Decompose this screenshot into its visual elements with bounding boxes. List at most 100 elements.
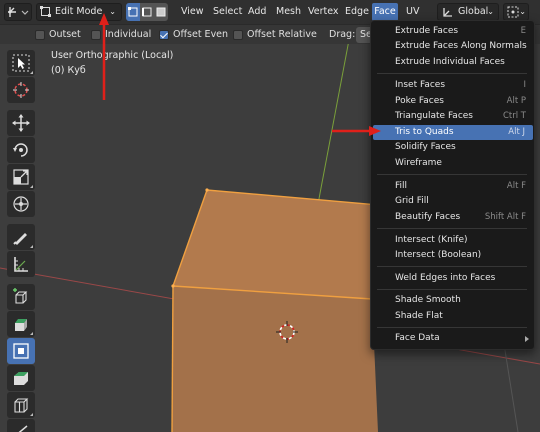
axes-gizmo-icon bbox=[8, 7, 29, 17]
menu-item-label: Inset Faces bbox=[395, 80, 446, 90]
menu-item-tris-to-quads[interactable]: Tris to Quads Alt J bbox=[373, 125, 533, 140]
menu-item-face-data[interactable]: Face Data bbox=[371, 331, 534, 346]
menu-item-shortcut: Ctrl T bbox=[502, 111, 526, 121]
tool-cursor[interactable] bbox=[7, 77, 35, 103]
chevron-down-icon: ⌄ bbox=[109, 7, 116, 16]
menu-item-label: Extrude Faces bbox=[395, 26, 459, 36]
tool-rotate[interactable] bbox=[7, 137, 35, 163]
face-select-button[interactable] bbox=[154, 3, 168, 21]
menu-item-intersect-boolean[interactable]: Intersect (Boolean) bbox=[371, 248, 534, 263]
menu-item-label: Intersect (Knife) bbox=[395, 235, 468, 245]
menu-item-wireframe[interactable]: Wireframe bbox=[371, 156, 534, 171]
vertex[interactable] bbox=[171, 284, 175, 288]
menu-item-label: Extrude Faces Along Normals bbox=[395, 41, 527, 51]
face-dropdown-menu: Extrude Faces E Extrude Faces Along Norm… bbox=[370, 20, 535, 350]
menu-item-extrude-faces[interactable]: Extrude Faces E bbox=[371, 24, 534, 39]
tool-bevel[interactable] bbox=[7, 365, 35, 391]
menu-item-triangulate-faces[interactable]: Triangulate Faces Ctrl T bbox=[371, 109, 534, 124]
menu-face[interactable]: Face bbox=[372, 3, 398, 21]
menu-item-weld-edges-into-faces[interactable]: Weld Edges into Faces bbox=[371, 271, 534, 286]
tool-select-box[interactable] bbox=[7, 50, 35, 76]
tool-knife[interactable] bbox=[7, 419, 35, 432]
pivot-point-icon bbox=[507, 6, 519, 18]
tool-variants-corner bbox=[30, 332, 33, 335]
vertex-select-button[interactable] bbox=[126, 3, 140, 21]
tool-loop-cut[interactable] bbox=[7, 392, 35, 418]
tool-scale[interactable] bbox=[7, 164, 35, 190]
menu-separator bbox=[377, 289, 527, 290]
menu-view[interactable]: View bbox=[178, 3, 207, 21]
menu-item-shade-smooth[interactable]: Shade Smooth bbox=[371, 293, 534, 308]
cursor-tool-icon bbox=[13, 82, 29, 98]
vertex[interactable] bbox=[205, 188, 209, 192]
offset-relative-label: Offset Relative bbox=[247, 29, 317, 40]
menu-item-grid-fill[interactable]: Grid Fill bbox=[371, 194, 534, 209]
bevel-icon bbox=[14, 372, 28, 385]
tool-move[interactable] bbox=[7, 110, 35, 136]
loop-cut-icon bbox=[14, 395, 29, 415]
menu-item-label: Weld Edges into Faces bbox=[395, 273, 496, 283]
menu-item-beautify-faces[interactable]: Beautify Faces Shift Alt F bbox=[371, 210, 534, 225]
object-name: (0) Куб bbox=[51, 65, 86, 76]
menu-select[interactable]: Select bbox=[210, 3, 245, 21]
edge-select-button[interactable] bbox=[140, 3, 154, 21]
menu-item-shortcut: Alt P bbox=[506, 96, 526, 106]
chevron-down-icon: ⌄ bbox=[487, 7, 494, 16]
menu-item-label: Poke Faces bbox=[395, 96, 444, 106]
vertex-select-icon bbox=[128, 7, 138, 17]
menu-uv[interactable]: UV bbox=[403, 3, 422, 21]
menu-separator bbox=[377, 266, 527, 267]
blender-window: Edit Mode ⌄ View Select Add Mesh Vertex … bbox=[0, 0, 540, 432]
pivot-point-select[interactable]: ⌄ bbox=[503, 3, 529, 21]
menu-item-label: Face Data bbox=[395, 333, 440, 343]
menu-separator bbox=[377, 228, 527, 229]
menu-item-shortcut: I bbox=[523, 80, 526, 90]
cube-top-face[interactable] bbox=[173, 190, 390, 299]
menu-item-shortcut: Alt J bbox=[508, 127, 525, 137]
cube-edge-left bbox=[171, 285, 174, 432]
global-orientation-icon bbox=[443, 8, 452, 17]
menu-item-poke-faces[interactable]: Poke Faces Alt P bbox=[371, 94, 534, 109]
menu-edge[interactable]: Edge bbox=[342, 3, 372, 21]
grid-line bbox=[503, 343, 519, 432]
tool-annotate[interactable] bbox=[7, 224, 35, 250]
menu-mesh[interactable]: Mesh bbox=[273, 3, 304, 21]
transform-icon bbox=[13, 196, 29, 212]
tool-inset-faces[interactable] bbox=[7, 338, 35, 364]
tool-variants-corner bbox=[30, 71, 33, 74]
menu-vertex[interactable]: Vertex bbox=[305, 3, 342, 21]
menu-item-shortcut: E bbox=[520, 26, 526, 36]
individual-checkbox[interactable] bbox=[91, 30, 101, 40]
menu-item-extrude-faces-along-normals[interactable]: Extrude Faces Along Normals bbox=[371, 39, 534, 54]
menu-item-solidify-faces[interactable]: Solidify Faces bbox=[371, 140, 534, 155]
menu-add[interactable]: Add bbox=[245, 3, 269, 21]
menu-item-intersect-knife[interactable]: Intersect (Knife) bbox=[371, 233, 534, 248]
menu-item-label: Wireframe bbox=[395, 158, 442, 168]
menu-item-inset-faces[interactable]: Inset Faces I bbox=[371, 78, 534, 93]
menu-item-label: Grid Fill bbox=[395, 196, 429, 206]
menu-separator bbox=[377, 73, 527, 74]
menu-item-shade-flat[interactable]: Shade Flat bbox=[371, 309, 534, 324]
tool-add-cube[interactable] bbox=[7, 284, 35, 310]
cube-front-face[interactable] bbox=[172, 286, 378, 432]
tool-measure[interactable] bbox=[7, 251, 35, 277]
mode-select[interactable]: Edit Mode ⌄ bbox=[36, 3, 122, 21]
tool-variants-corner bbox=[30, 413, 33, 416]
menu-item-label: Intersect (Boolean) bbox=[395, 250, 482, 260]
editor-type-button[interactable] bbox=[4, 3, 32, 21]
offset-relative-checkbox[interactable] bbox=[233, 30, 243, 40]
transform-orientation-select[interactable]: Global ⌄ bbox=[437, 3, 499, 21]
scale-icon bbox=[13, 169, 29, 185]
edge-select-icon bbox=[142, 7, 152, 17]
mode-label: Edit Mode bbox=[55, 6, 103, 17]
menu-item-extrude-individual-faces[interactable]: Extrude Individual Faces bbox=[371, 55, 534, 70]
measure-ruler-icon bbox=[14, 257, 28, 272]
menu-item-fill[interactable]: Fill Alt F bbox=[371, 179, 534, 194]
add-cube-icon bbox=[13, 288, 28, 304]
offset-even-checkbox[interactable] bbox=[159, 30, 169, 40]
tool-extrude[interactable] bbox=[7, 311, 35, 337]
outset-checkbox[interactable] bbox=[35, 30, 45, 40]
menu-separator bbox=[377, 174, 527, 175]
tool-transform[interactable] bbox=[7, 191, 35, 217]
menu-item-shortcut: Shift Alt F bbox=[484, 212, 526, 222]
